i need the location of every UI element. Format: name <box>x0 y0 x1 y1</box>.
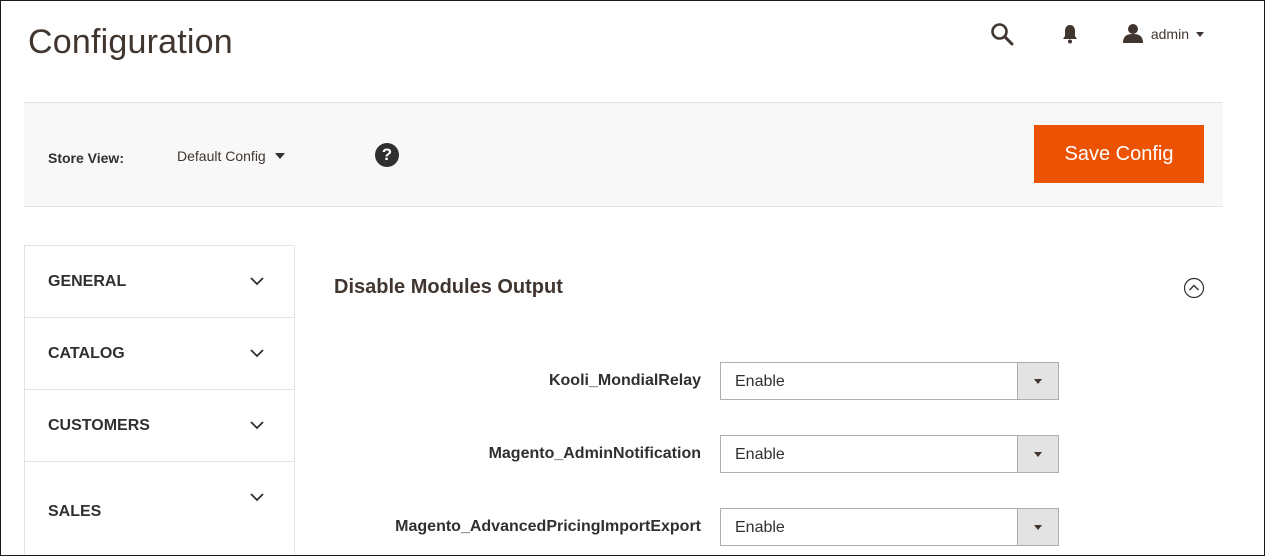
chevron-down-icon <box>274 153 285 159</box>
header-actions: admin <box>987 19 1204 49</box>
sidebar-item-sales[interactable]: SALES <box>25 462 294 555</box>
user-name: admin <box>1150 26 1189 42</box>
store-view-label: Store View: <box>48 150 124 166</box>
select-value: Enable <box>735 446 785 463</box>
sidebar-item-label: GENERAL <box>48 272 127 290</box>
sidebar-item-general[interactable]: GENERAL <box>25 246 294 318</box>
page-title: Configuration <box>28 23 233 61</box>
chevron-down-icon <box>250 349 264 358</box>
field-label: Kooli_MondialRelay <box>548 372 701 389</box>
chevron-up-circle-icon[interactable] <box>1183 277 1205 299</box>
chevron-down-icon <box>250 421 264 430</box>
admin-page: Configuration admin Store View: Default … <box>0 0 1265 556</box>
chevron-down-icon <box>1017 363 1058 399</box>
select-value: Enable <box>735 519 785 536</box>
user-menu[interactable]: admin <box>1122 23 1204 46</box>
section-title[interactable]: Disable Modules Output <box>334 276 563 299</box>
save-config-button[interactable]: Save Config <box>1034 125 1204 183</box>
field-row: Magento_AdvancedPricingImportExport Enab… <box>311 508 1061 548</box>
sidebar-item-customers[interactable]: CUSTOMERS <box>25 390 294 462</box>
store-view-value: Default Config <box>177 148 266 164</box>
select-value: Enable <box>735 373 785 390</box>
sidebar-item-label: SALES <box>48 502 102 520</box>
store-view-switcher[interactable]: Default Config <box>177 148 285 164</box>
sidebar-item-label: CUSTOMERS <box>48 416 150 434</box>
field-label: Magento_AdminNotification <box>488 445 701 462</box>
module-output-select[interactable]: Enable <box>720 508 1059 546</box>
search-icon[interactable] <box>987 19 1017 49</box>
chevron-down-icon <box>1017 436 1058 472</box>
field-label: Magento_AdvancedPricingImportExport <box>395 518 701 535</box>
user-icon <box>1122 23 1143 46</box>
field-row: Magento_AdminNotification Enable <box>311 435 1061 475</box>
chevron-down-icon <box>1017 509 1058 545</box>
chevron-down-icon <box>250 493 264 502</box>
field-row: Kooli_MondialRelay Enable <box>311 362 1061 402</box>
bell-icon[interactable] <box>1055 19 1085 49</box>
sidebar-item-label: CATALOG <box>48 344 125 362</box>
module-output-select[interactable]: Enable <box>720 362 1059 400</box>
help-icon[interactable]: ? <box>375 143 399 167</box>
sidebar-item-catalog[interactable]: CATALOG <box>25 318 294 390</box>
chevron-down-icon <box>250 277 264 286</box>
chevron-down-icon <box>1196 31 1204 37</box>
module-output-select[interactable]: Enable <box>720 435 1059 473</box>
page-actions-toolbar: Store View: Default Config ? Save Config <box>24 102 1223 207</box>
config-sidebar: GENERAL CATALOG CUSTOMERS SALES <box>24 245 295 555</box>
